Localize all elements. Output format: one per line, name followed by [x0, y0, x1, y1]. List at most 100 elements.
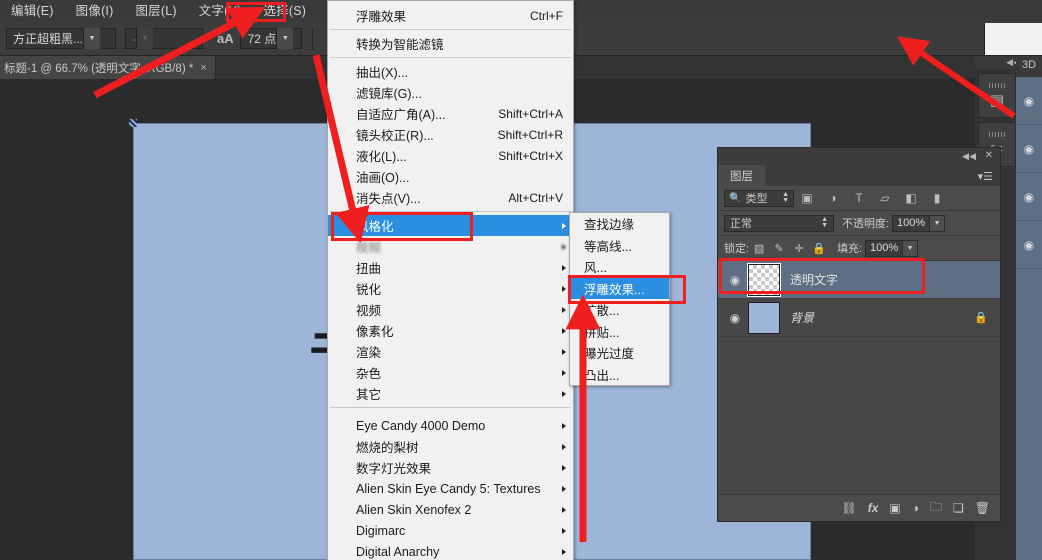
- menu-layer[interactable]: 图层(L): [124, 0, 187, 22]
- history-panel-icon[interactable]: ▤: [978, 73, 1016, 118]
- label: 数字灯光效果: [356, 462, 432, 476]
- fill-value[interactable]: 100%: [865, 239, 904, 257]
- add-mask-icon[interactable]: ▣: [889, 501, 900, 515]
- chevron-right-icon: [562, 485, 566, 492]
- filter-type-icon[interactable]: T: [846, 191, 872, 205]
- chevron-right-icon: [562, 443, 566, 450]
- font-family-value: 方正超粗黑...: [13, 32, 84, 46]
- filter-menu-item-convert-smart[interactable]: 转换为智能滤镜: [328, 33, 573, 54]
- selection-marker: [129, 119, 137, 127]
- filter-menu-item-noise[interactable]: 杂色: [328, 362, 573, 383]
- chevron-down-icon[interactable]: ▼: [83, 28, 101, 49]
- filter-toggle-icon[interactable]: ▮: [924, 191, 950, 205]
- chevron-down-icon[interactable]: ▼: [136, 28, 153, 49]
- layer-thumbnail[interactable]: [748, 301, 780, 334]
- search-icon: 🔍: [729, 192, 742, 204]
- panel-3d-eye-column: ◉ ◉ ◉ ◉: [1016, 77, 1042, 560]
- visibility-eye-icon[interactable]: ◉: [1016, 221, 1042, 269]
- opacity-value[interactable]: 100%: [892, 214, 931, 232]
- menu-image[interactable]: 图像(I): [65, 0, 125, 22]
- font-style-select[interactable]: - ▼: [125, 28, 203, 49]
- filter-menu-item-lens-correction[interactable]: 镜头校正(R)... Shift+Ctrl+R: [328, 124, 573, 145]
- filter-smartobject-icon[interactable]: ◧: [898, 191, 924, 205]
- lock-image-icon[interactable]: ✎: [769, 242, 789, 255]
- submenu-item-solarize[interactable]: 曝光过度: [570, 342, 669, 364]
- visibility-eye-icon[interactable]: ◉: [1016, 125, 1042, 173]
- chevron-right-icon: [562, 369, 566, 376]
- font-size-select[interactable]: 72 点 ▼: [239, 28, 302, 49]
- lock-position-icon[interactable]: ✛: [789, 242, 809, 255]
- visibility-eye-icon[interactable]: ◉: [1016, 173, 1042, 221]
- filter-menu-item-other[interactable]: 其它: [328, 383, 573, 404]
- layers-panel-tabs: 图层 ▾☰: [718, 165, 1000, 186]
- label: 视频: [356, 304, 382, 318]
- submenu-item-tiles[interactable]: 拼贴...: [570, 321, 669, 343]
- visibility-eye-icon[interactable]: ◉: [722, 311, 748, 325]
- filter-menu-item-oil-paint[interactable]: 油画(O)...: [328, 166, 573, 187]
- submenu-item-trace-contour[interactable]: 等高线...: [570, 235, 669, 257]
- submenu-item-extrude[interactable]: 凸出...: [570, 364, 669, 386]
- lock-label: 锁定:: [724, 243, 750, 255]
- chevron-down-icon[interactable]: ▼: [930, 214, 946, 232]
- submenu-item-find-edges[interactable]: 查找边缘: [570, 213, 669, 235]
- filter-menu-item-filter-gallery[interactable]: 滤镜库(G)...: [328, 82, 573, 103]
- panel-grip: [989, 82, 1005, 88]
- layers-panel-bottom-bar: ⛓ fx ▣ ◑ 🗀 ❏ 🗑: [718, 494, 1000, 521]
- highlight-filter-menu: [226, 2, 286, 22]
- chevron-down-icon[interactable]: ▼: [276, 28, 294, 49]
- filter-menu-item-video[interactable]: 视频: [328, 299, 573, 320]
- filter-menu-item-liquify[interactable]: 液化(L)... Shift+Ctrl+X: [328, 145, 573, 166]
- new-group-icon[interactable]: 🗀: [930, 498, 942, 519]
- panel-menu-icon[interactable]: ▾☰: [978, 170, 993, 183]
- close-icon[interactable]: ✕: [985, 150, 993, 161]
- layers-filter-row: 🔍 类型 ▲ ▼ ▣ ◑ T ▱ ◧ ▮: [718, 186, 1000, 211]
- filter-dropdown-menu: 浮雕效果 Ctrl+F 转换为智能滤镜 抽出(X)... 滤镜库(G)... 自…: [327, 0, 574, 560]
- filter-menu-item-eye-candy-4000[interactable]: Eye Candy 4000 Demo: [328, 415, 573, 436]
- label: Alien Skin Xenofex 2: [356, 502, 472, 517]
- menu-edit[interactable]: 编辑(E): [0, 0, 65, 22]
- opacity-label: 不透明度:: [842, 218, 890, 230]
- filter-menu-item-extract[interactable]: 抽出(X)...: [328, 61, 573, 82]
- photoshop-window: 编辑(E) 图像(I) 图层(L) 文字(Y) 选择(S) 滤镜(T) 方正超粗…: [0, 0, 1042, 560]
- filter-menu-item-vanishing-point[interactable]: 消失点(V)... Alt+Ctrl+V: [328, 187, 573, 208]
- stepper-icon[interactable]: ▲ ▼: [782, 191, 789, 204]
- font-family-select[interactable]: 方正超粗黑... ▼: [6, 28, 116, 49]
- filter-menu-item-xenofex-2[interactable]: Alien Skin Xenofex 2: [328, 499, 573, 520]
- label: 杂色: [356, 367, 382, 381]
- filter-menu-item-render[interactable]: 渲染: [328, 341, 573, 362]
- collapse-icon[interactable]: ◀◀: [962, 151, 976, 162]
- shortcut: Ctrl+F: [530, 8, 563, 23]
- link-layers-icon[interactable]: ⛓: [841, 501, 856, 515]
- filter-menu-item-sharpen[interactable]: 锐化: [328, 278, 573, 299]
- delete-layer-icon[interactable]: 🗑: [975, 501, 990, 515]
- tab-3d-label[interactable]: 3D: [1016, 56, 1042, 71]
- shortcut: Shift+Ctrl+X: [498, 148, 563, 163]
- filter-menu-item-distort[interactable]: 扭曲: [328, 257, 573, 278]
- new-layer-icon[interactable]: ❏: [953, 501, 964, 515]
- filter-pixel-icon[interactable]: ▣: [794, 191, 820, 205]
- filter-adjustment-icon[interactable]: ◑: [820, 191, 846, 205]
- document-tab[interactable]: 标题-1 @ 66.7% (透明文字, RGB/8) * ×: [0, 56, 216, 79]
- filter-menu-item-digital-lighting[interactable]: 数字灯光效果: [328, 457, 573, 478]
- layer-filter-kind-select[interactable]: 🔍 类型 ▲ ▼: [724, 189, 794, 207]
- filter-menu-item-burning-pear[interactable]: 燃烧的梨树: [328, 436, 573, 457]
- filter-menu-item-repeat[interactable]: 浮雕效果 Ctrl+F: [328, 5, 573, 26]
- chevron-down-icon[interactable]: ▼: [903, 239, 919, 257]
- new-adjustment-layer-icon[interactable]: ◑: [912, 501, 919, 515]
- blend-mode-select[interactable]: 正常 ▲ ▼: [724, 214, 834, 232]
- layer-row-background[interactable]: ◉ 背景 🔒: [718, 299, 1000, 337]
- filter-menu-item-eye-candy-5-textures[interactable]: Alien Skin Eye Candy 5: Textures: [328, 478, 573, 499]
- filter-menu-item-adaptive-wide-angle[interactable]: 自适应广角(A)... Shift+Ctrl+A: [328, 103, 573, 124]
- tab-layers[interactable]: 图层: [718, 165, 765, 186]
- highlight-stylize-row: [331, 212, 473, 241]
- layer-style-fx-icon[interactable]: fx: [868, 501, 879, 515]
- filter-shape-icon[interactable]: ▱: [872, 191, 898, 205]
- lock-all-icon[interactable]: 🔒: [809, 242, 829, 255]
- filter-menu-item-digimarc[interactable]: Digimarc: [328, 520, 573, 541]
- filter-menu-item-digital-anarchy[interactable]: Digital Anarchy: [328, 541, 573, 560]
- visibility-eye-icon[interactable]: ◉: [1016, 77, 1042, 125]
- stepper-icon[interactable]: ▲ ▼: [821, 216, 828, 229]
- filter-menu-item-pixelate[interactable]: 像素化: [328, 320, 573, 341]
- close-icon[interactable]: ×: [200, 62, 206, 74]
- lock-transparent-icon[interactable]: ▨: [749, 242, 769, 255]
